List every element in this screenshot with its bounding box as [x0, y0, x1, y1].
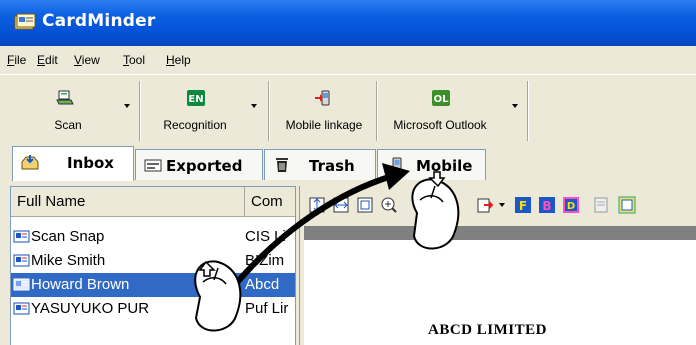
- card-image-area: ABCD LIMITED: [304, 226, 696, 345]
- front-side-letter: F: [519, 199, 527, 213]
- card-company: BIZim: [245, 252, 285, 269]
- recognition-dropdown-arrow[interactable]: [251, 104, 257, 108]
- outlook-icon: OL: [432, 90, 450, 106]
- cardminder-window: CardMinder File Edit View Tool Help Scan…: [0, 0, 696, 345]
- card-company: Abcd: [245, 276, 280, 293]
- folder-tabs: Inbox Exported Trash Mobile: [0, 144, 696, 182]
- card-icon: [13, 254, 30, 267]
- rotate-dropdown-arrow[interactable]: [499, 203, 505, 207]
- toolbar-separator: [139, 81, 141, 141]
- mobile-icon: [392, 157, 402, 173]
- front-side-icon[interactable]: F: [514, 196, 532, 214]
- outlook-badge: OL: [434, 94, 450, 105]
- viewer-toolbar: F B D: [300, 186, 696, 226]
- print-icon[interactable]: [592, 196, 610, 214]
- rotate-icon[interactable]: [476, 196, 494, 214]
- column-header-full-name[interactable]: Full Name: [11, 187, 245, 217]
- list-item[interactable]: Scan Snap CIS Li: [11, 225, 295, 249]
- card-name: Howard Brown: [31, 276, 130, 293]
- menu-edit-label: dit: [45, 53, 58, 67]
- menu-view-key: V: [74, 53, 82, 67]
- list-item-selected[interactable]: Howard Brown Abcd: [11, 273, 295, 297]
- tab-exported[interactable]: Exported: [135, 149, 263, 180]
- double-side-icon[interactable]: D: [562, 196, 580, 214]
- title-bar: CardMinder: [0, 0, 696, 46]
- recognition-en-icon: EN: [187, 90, 205, 106]
- trash-icon: [276, 158, 288, 172]
- menu-edit[interactable]: Edit: [37, 53, 58, 67]
- list-item[interactable]: YASUYUKO PUR A Puf Lir: [11, 297, 295, 321]
- card-icon: [13, 278, 30, 291]
- main-toolbar: Scan EN Recognition Mobile linkage OL Mi…: [0, 74, 696, 145]
- fit-height-icon[interactable]: [308, 196, 326, 214]
- menu-help-key: H: [166, 53, 175, 67]
- list-item[interactable]: Mike Smith BIZim: [11, 249, 295, 273]
- menu-view-label: iew: [81, 53, 100, 67]
- card-icon: [13, 230, 30, 243]
- menu-bar: File Edit View Tool Help: [0, 46, 696, 74]
- menu-view[interactable]: View: [74, 53, 100, 67]
- mobile-linkage-label: Mobile linkage: [285, 118, 363, 132]
- tab-mobile-label: Mobile: [416, 157, 473, 175]
- card-icon: [13, 302, 30, 315]
- business-card-image: ABCD LIMITED: [304, 240, 696, 345]
- window-title: CardMinder: [42, 11, 156, 31]
- card-viewer-pane: F B D ABCD LIMITED: [299, 186, 696, 345]
- tab-exported-label: Exported: [166, 157, 243, 175]
- card-company: Puf Lir: [245, 300, 289, 317]
- tab-trash[interactable]: Trash: [264, 149, 376, 180]
- menu-file-label: ile: [14, 53, 27, 67]
- menu-file[interactable]: File: [7, 53, 26, 67]
- export-icon[interactable]: [618, 196, 636, 214]
- exported-icon: [144, 159, 162, 172]
- mobile-linkage-icon: [315, 90, 330, 106]
- card-list: Full Name Com Scan Snap CIS Li Mike Smit…: [10, 186, 296, 345]
- scan-label: Scan: [54, 118, 82, 132]
- zoom-in-icon[interactable]: [380, 196, 398, 214]
- back-side-letter: B: [542, 199, 551, 213]
- tab-mobile[interactable]: Mobile: [377, 149, 486, 180]
- microsoft-outlook-button[interactable]: OL Microsoft Outlook: [380, 81, 500, 137]
- toolbar-separator: [376, 81, 378, 141]
- card-company: CIS Li: [245, 228, 286, 245]
- tab-trash-label: Trash: [309, 157, 355, 175]
- cardminder-app-icon: [14, 13, 36, 30]
- scan-icon: [56, 90, 74, 105]
- card-name: Scan Snap: [31, 228, 105, 245]
- recognition-button[interactable]: EN Recognition: [150, 81, 240, 137]
- inbox-icon: [21, 155, 39, 170]
- card-company-text: ABCD LIMITED: [428, 322, 547, 338]
- card-name: Mike Smith: [31, 252, 106, 269]
- outlook-dropdown-arrow[interactable]: [512, 104, 518, 108]
- fit-width-icon[interactable]: [332, 196, 350, 214]
- recognition-label: Recognition: [163, 118, 227, 132]
- toolbar-separator: [268, 81, 270, 141]
- microsoft-outlook-label: Microsoft Outlook: [393, 118, 487, 132]
- scan-dropdown-arrow[interactable]: [124, 104, 130, 108]
- card-name-overflow: A: [225, 300, 236, 317]
- scan-button[interactable]: Scan: [40, 81, 96, 137]
- menu-help[interactable]: Help: [166, 53, 191, 67]
- card-name: YASUYUKO PUR: [31, 300, 150, 317]
- menu-help-label: elp: [174, 53, 191, 67]
- double-side-letter: D: [567, 201, 575, 212]
- mobile-linkage-button[interactable]: Mobile linkage: [272, 81, 376, 137]
- fit-page-icon[interactable]: [356, 196, 374, 214]
- back-side-icon[interactable]: B: [538, 196, 556, 214]
- tab-inbox-label: Inbox: [67, 154, 114, 172]
- menu-tool[interactable]: Tool: [123, 53, 145, 67]
- recognition-badge: EN: [188, 94, 203, 105]
- column-header-company[interactable]: Com: [245, 187, 295, 217]
- toolbar-separator: [527, 81, 529, 141]
- menu-tool-label: ool: [129, 53, 146, 67]
- tab-inbox[interactable]: Inbox: [12, 146, 134, 181]
- menu-edit-key: E: [37, 53, 46, 67]
